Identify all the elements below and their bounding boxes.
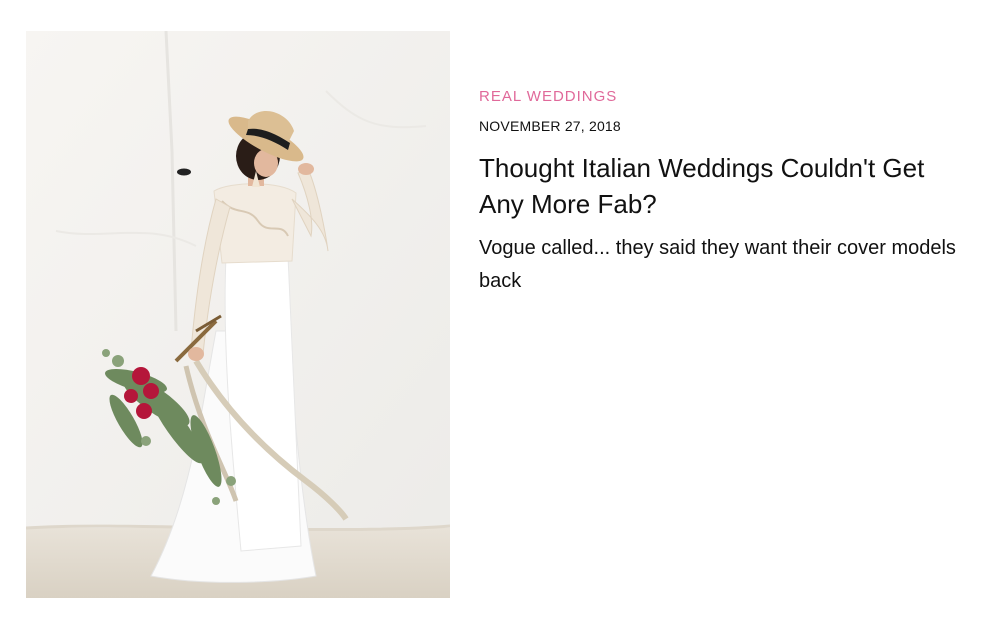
post-card: REAL WEDDINGS NOVEMBER 27, 2018 Thought … [0,0,1000,625]
post-title[interactable]: Thought Italian Weddings Couldn't Get An… [479,150,974,222]
post-thumbnail[interactable] [26,31,450,598]
post-excerpt: Vogue called... they said they want thei… [479,237,956,292]
post-category-link[interactable]: REAL WEDDINGS [479,88,617,105]
post-text: REAL WEDDINGS NOVEMBER 27, 2018 Thought … [479,88,974,298]
post-date: NOVEMBER 27, 2018 [479,118,621,134]
bride-photo-illustration [26,31,450,598]
